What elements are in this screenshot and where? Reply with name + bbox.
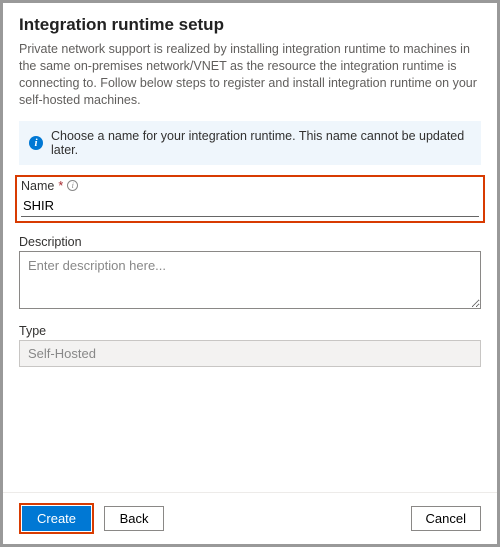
intro-text: Private network support is realized by i… (19, 41, 481, 109)
type-field-group: Type (19, 324, 481, 367)
hint-icon[interactable]: i (67, 180, 78, 191)
footer: Create Back Cancel (3, 492, 497, 544)
name-label-text: Name (21, 179, 54, 193)
name-field-group: Name * i (15, 175, 485, 223)
name-input[interactable] (21, 195, 479, 217)
cancel-button[interactable]: Cancel (411, 506, 481, 531)
create-button[interactable]: Create (22, 506, 91, 531)
description-field-group: Description (19, 235, 481, 312)
description-label: Description (19, 235, 481, 249)
create-button-highlight: Create (19, 503, 94, 534)
description-input[interactable] (19, 251, 481, 309)
name-label: Name * i (21, 179, 479, 193)
back-button[interactable]: Back (104, 506, 164, 531)
info-banner-text: Choose a name for your integration runti… (51, 129, 471, 157)
type-input (19, 340, 481, 367)
info-banner: i Choose a name for your integration run… (19, 121, 481, 165)
page-title: Integration runtime setup (19, 15, 481, 35)
required-marker: * (58, 179, 63, 193)
info-icon: i (29, 136, 43, 150)
setup-panel: Integration runtime setup Private networ… (3, 3, 497, 492)
type-label: Type (19, 324, 481, 338)
